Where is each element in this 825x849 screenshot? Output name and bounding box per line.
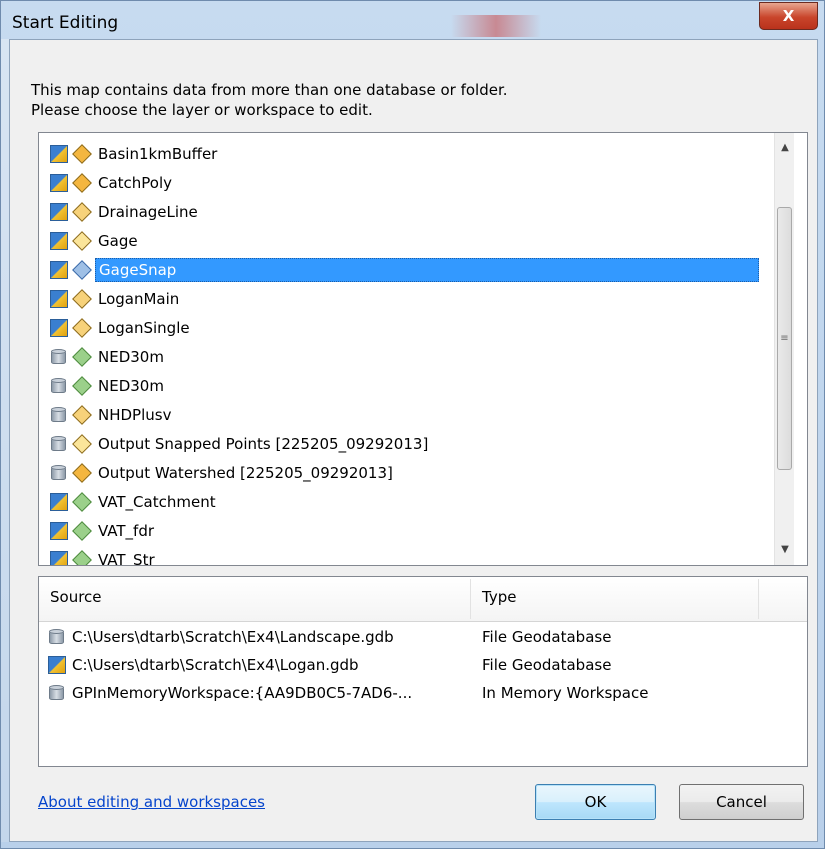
layer-list-item[interactable]: VAT_Catchment (50, 488, 219, 516)
layer-name: DrainageLine (98, 203, 198, 221)
layer-name: LoganMain (98, 290, 180, 308)
layer-name: VAT_fdr (98, 522, 155, 540)
layer-name: LoganSingle (98, 319, 190, 337)
database-icon (50, 464, 68, 482)
edit-workspace-icon (50, 290, 68, 308)
layer-name: Output Snapped Points [225205_09292013] (98, 435, 429, 453)
layer-name: NED30m (98, 348, 164, 366)
raster-icon (72, 550, 92, 565)
raster-icon (72, 347, 92, 367)
raster-icon (72, 376, 92, 396)
layer-list-item[interactable]: CatchPoly (50, 169, 175, 197)
edit-workspace-icon (50, 232, 68, 250)
edit-workspace-icon (50, 493, 68, 511)
workspace-table-header: Source Type (39, 577, 807, 622)
background-map-fragment (451, 15, 541, 37)
layer-list-item[interactable]: NED30m (50, 343, 167, 371)
source-cell: C:\Users\dtarb\Scratch\Ex4\Logan.gdb (48, 651, 359, 679)
layer-name: Basin1kmBuffer (98, 145, 218, 163)
line-feature-icon (72, 318, 92, 338)
source-path: C:\Users\dtarb\Scratch\Ex4\Logan.gdb (72, 656, 359, 674)
layer-name: NHDPlusv (98, 406, 172, 424)
line-feature-icon (72, 289, 92, 309)
point-feature-icon (72, 260, 92, 280)
layer-list-item[interactable]: LoganMain (50, 285, 182, 313)
scrollbar-thumb[interactable]: ≡ (777, 207, 792, 470)
ok-button[interactable]: OK (535, 784, 656, 820)
layer-list[interactable]: Basin1kmBuffer CatchPoly DrainageLine Ga… (38, 132, 808, 566)
grip-icon: ≡ (780, 332, 789, 344)
layer-name: VAT_Catchment (98, 493, 216, 511)
layer-list-item-selected[interactable]: GageSnap (50, 256, 759, 284)
layer-list-item[interactable]: DrainageLine (50, 198, 201, 226)
layer-name: CatchPoly (98, 174, 173, 192)
layer-name: NED30m (98, 377, 164, 395)
intro-line-1: This map contains data from more than on… (31, 81, 508, 99)
point-feature-icon (72, 231, 92, 251)
polygon-feature-icon (72, 144, 92, 164)
workspace-table[interactable]: Source Type C:\Users\dtarb\Scratch\Ex4\L… (38, 576, 808, 767)
layer-list-item[interactable]: VAT_fdr (50, 517, 157, 545)
raster-icon (72, 492, 92, 512)
close-button[interactable]: X (759, 2, 818, 30)
layer-list-item[interactable]: VAT_Str (50, 546, 158, 566)
column-header-source[interactable]: Source (50, 588, 102, 606)
edit-workspace-icon (50, 145, 68, 163)
raster-icon (72, 521, 92, 541)
intro-line-2: Please choose the layer or workspace to … (31, 101, 373, 119)
line-feature-icon (72, 202, 92, 222)
layer-name: Gage (98, 232, 138, 250)
layer-list-item[interactable]: Output Watershed [225205_09292013] (50, 459, 396, 487)
type-cell: File Geodatabase (482, 656, 612, 674)
dialog-title: Start Editing (12, 13, 119, 33)
column-divider[interactable] (470, 579, 471, 619)
type-cell: File Geodatabase (482, 628, 612, 646)
window-border (1, 39, 9, 842)
point-feature-icon (72, 434, 92, 454)
layer-name: VAT_Str (98, 551, 155, 566)
layer-list-item[interactable]: NHDPlusv (50, 401, 174, 429)
workspace-table-row[interactable]: C:\Users\dtarb\Scratch\Ex4\Logan.gdb Fil… (39, 651, 807, 679)
scroll-up-arrow-icon[interactable]: ▲ (775, 137, 795, 157)
layer-list-item[interactable]: Basin1kmBuffer (50, 140, 220, 168)
close-icon: X (782, 7, 795, 25)
cancel-button[interactable]: Cancel (679, 784, 804, 820)
layer-list-item[interactable]: LoganSingle (50, 314, 193, 342)
type-cell: In Memory Workspace (482, 684, 649, 702)
database-icon (50, 406, 68, 424)
edit-workspace-icon (50, 174, 68, 192)
source-path: C:\Users\dtarb\Scratch\Ex4\Landscape.gdb (72, 628, 394, 646)
layer-list-item[interactable]: NED30m (50, 372, 167, 400)
intro-text: This map contains data from more than on… (31, 80, 508, 120)
database-icon (50, 377, 68, 395)
edit-workspace-icon (50, 319, 68, 337)
edit-workspace-icon (50, 551, 68, 565)
database-icon (48, 628, 66, 646)
source-cell: C:\Users\dtarb\Scratch\Ex4\Landscape.gdb (48, 623, 394, 651)
layer-list-item[interactable]: Gage (50, 227, 141, 255)
edit-workspace-icon (50, 261, 68, 279)
source-path: GPInMemoryWorkspace:{AA9DB0C5-7AD6-... (72, 684, 413, 702)
layer-name: GageSnap (95, 258, 759, 282)
workspace-table-row[interactable]: C:\Users\dtarb\Scratch\Ex4\Landscape.gdb… (39, 623, 807, 651)
database-icon (50, 348, 68, 366)
database-icon (48, 684, 66, 702)
polygon-feature-icon (72, 173, 92, 193)
edit-workspace-icon (48, 656, 66, 674)
workspace-table-row[interactable]: GPInMemoryWorkspace:{AA9DB0C5-7AD6-... I… (39, 679, 807, 707)
source-cell: GPInMemoryWorkspace:{AA9DB0C5-7AD6-... (48, 679, 412, 707)
title-bar[interactable]: Start Editing X (1, 1, 825, 39)
database-icon (50, 435, 68, 453)
layer-list-item[interactable]: Output Snapped Points [225205_09292013] (50, 430, 431, 458)
about-editing-link[interactable]: About editing and workspaces (38, 793, 265, 811)
edit-workspace-icon (50, 522, 68, 540)
column-header-type[interactable]: Type (482, 588, 516, 606)
scroll-down-arrow-icon[interactable]: ▼ (775, 539, 795, 559)
layer-list-scrollbar[interactable]: ▲ ≡ ▼ (774, 133, 794, 565)
layer-name: Output Watershed [225205_09292013] (98, 464, 393, 482)
line-feature-icon (72, 405, 92, 425)
column-divider[interactable] (758, 579, 759, 619)
edit-workspace-icon (50, 203, 68, 221)
polygon-feature-icon (72, 463, 92, 483)
